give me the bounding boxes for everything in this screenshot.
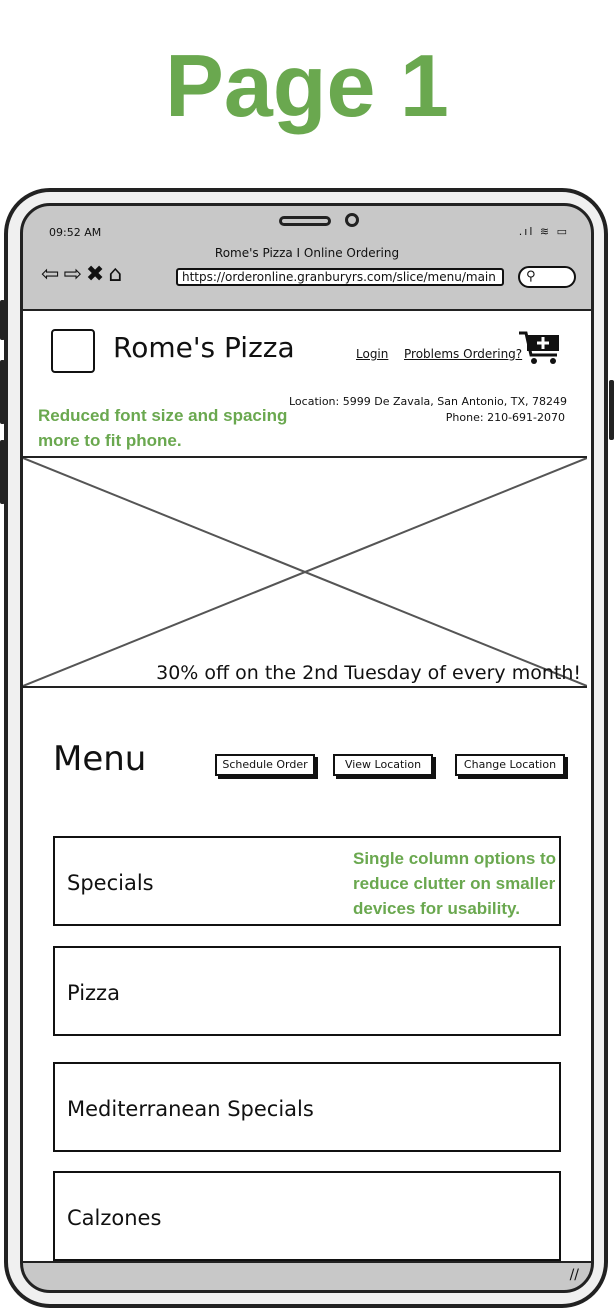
forward-arrow-icon[interactable]: ⇨ <box>63 262 85 287</box>
phone-text: Phone: 210-691-2070 <box>445 411 565 424</box>
menu-item-label: Pizza <box>67 981 120 1005</box>
phone-volume-down <box>0 440 5 504</box>
location-text: Location: 5999 De Zavala, San Antonio, T… <box>289 395 567 408</box>
logo-placeholder <box>51 329 95 373</box>
browser-nav: ⇦⇨✖⌂ <box>41 262 126 287</box>
page-label: Page 1 <box>165 36 449 135</box>
menu-item-specials[interactable]: Specials Single column options to reduce… <box>53 836 561 926</box>
home-icon[interactable]: ⌂ <box>108 262 126 287</box>
login-link[interactable]: Login <box>356 347 388 361</box>
hero-image-placeholder: 30% off on the 2nd Tuesday of every mont… <box>23 456 587 688</box>
signal-wifi-battery-icon: .ıl ≋ ▭ <box>518 225 569 238</box>
menu-item-label: Specials <box>67 871 154 895</box>
menu-item-calzones[interactable]: Calzones <box>53 1171 561 1261</box>
status-time: 09:52 AM <box>49 226 102 239</box>
resize-grip-icon: // <box>569 1267 579 1283</box>
bottom-bar: // <box>23 1263 591 1290</box>
menu-item-mediterranean-specials[interactable]: Mediterranean Specials <box>53 1062 561 1152</box>
url-bar[interactable]: https://orderonline.granburyrs.com/slice… <box>176 268 504 286</box>
change-location-button[interactable]: Change Location <box>455 754 565 776</box>
phone-side-button <box>0 300 5 340</box>
annotation-header-note: Reduced font size and spacing more to fi… <box>38 406 288 450</box>
phone-power-button <box>609 380 614 440</box>
web-page: Rome's Pizza Login Problems Ordering? Lo… <box>23 309 591 1263</box>
search-button[interactable]: ⚲ <box>518 266 576 288</box>
back-arrow-icon[interactable]: ⇦ <box>41 262 63 287</box>
problems-ordering-link[interactable]: Problems Ordering? <box>404 347 522 361</box>
menu-item-label: Calzones <box>67 1206 162 1230</box>
promo-text: 30% off on the 2nd Tuesday of every mont… <box>156 662 581 684</box>
menu-item-pizza[interactable]: Pizza <box>53 946 561 1036</box>
menu-item-label: Mediterranean Specials <box>67 1097 314 1121</box>
site-name: Rome's Pizza <box>113 331 295 364</box>
phone-volume-up <box>0 360 5 424</box>
speaker <box>279 216 331 226</box>
view-location-button[interactable]: View Location <box>333 754 433 776</box>
schedule-order-button[interactable]: Schedule Order <box>215 754 315 776</box>
search-icon: ⚲ <box>526 269 536 284</box>
menu-title: Menu <box>53 739 147 779</box>
cart-icon[interactable] <box>517 329 563 376</box>
camera <box>345 213 359 227</box>
browser-tab-title: Rome's Pizza I Online Ordering <box>214 246 400 260</box>
status-bar: 09:52 AM .ıl ≋ ▭ <box>23 206 591 242</box>
phone-screen: 09:52 AM .ıl ≋ ▭ Rome's Pizza I Online O… <box>20 203 594 1293</box>
annotation-menu-note: Single column options to reduce clutter … <box>353 849 557 918</box>
close-icon[interactable]: ✖ <box>86 262 108 287</box>
